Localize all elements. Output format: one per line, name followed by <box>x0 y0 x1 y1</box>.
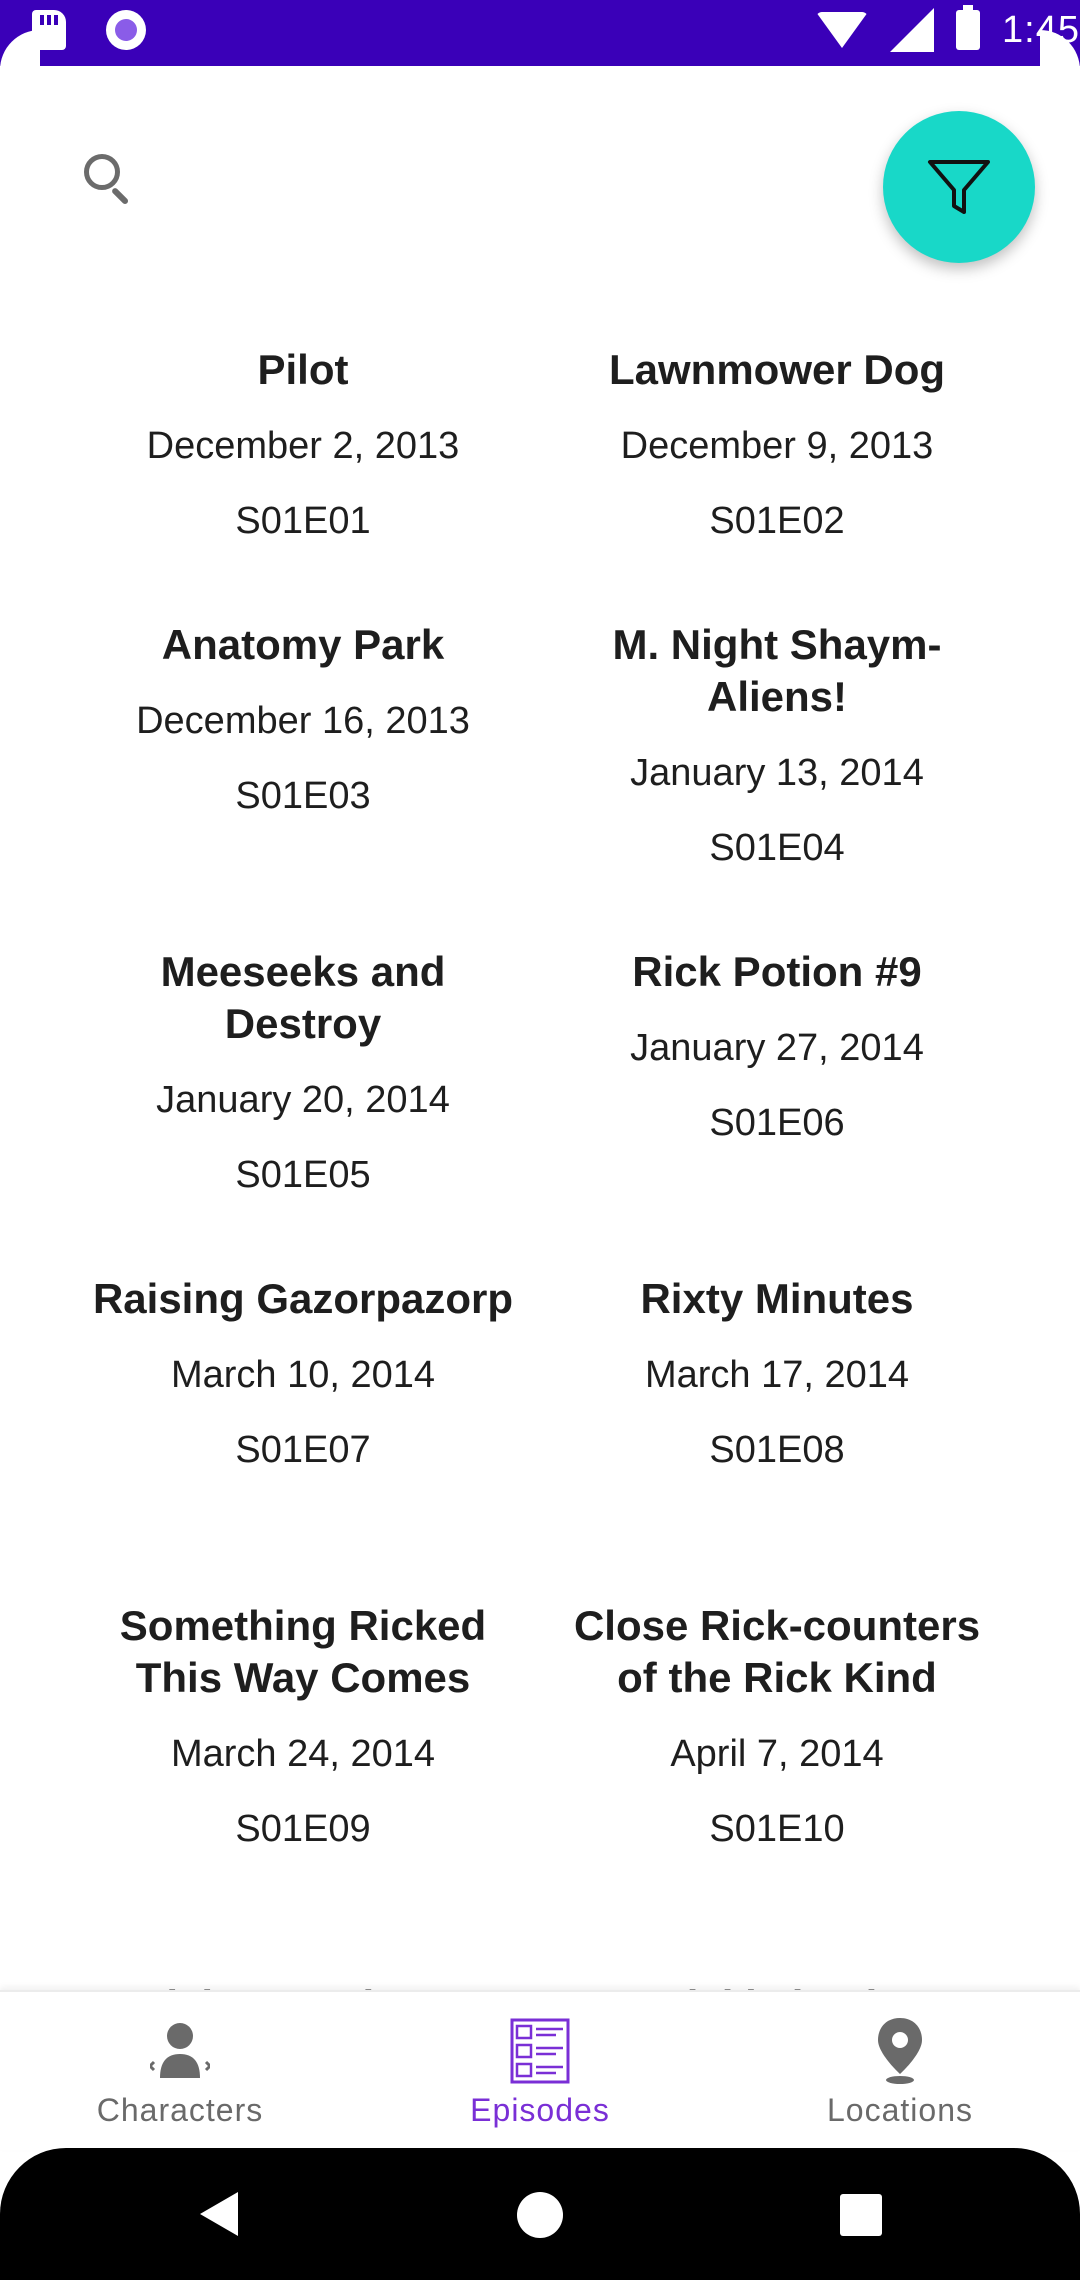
episode-title: Ricksy Business <box>83 1980 523 1990</box>
episode-title: Pilot <box>257 346 349 393</box>
episode-title: Anatomy Park <box>161 621 445 668</box>
episode-code: S01E01 <box>235 500 371 542</box>
episode-card[interactable]: Ricksy Business <box>83 1980 523 1990</box>
status-time: 1:45 <box>1002 8 1080 51</box>
episode-air-date: January 20, 2014 <box>156 1079 450 1121</box>
episode-title: Rick Potion #9 <box>632 948 922 995</box>
episodes-grid: Pilot December 2, 2013 S01E01 Lawnmower … <box>0 330 1080 1990</box>
back-icon[interactable] <box>200 2192 238 2236</box>
nav-item-episodes[interactable]: Episodes <box>360 1992 720 2150</box>
episode-card[interactable]: Pilot December 2, 2013 S01E01 <box>83 344 523 545</box>
episode-code: S01E05 <box>235 1154 371 1196</box>
episode-title: Lawnmower Dog <box>608 346 946 393</box>
episode-code: S01E04 <box>709 827 845 869</box>
episode-air-date: March 17, 2014 <box>644 1354 910 1396</box>
episode-air-date: March 10, 2014 <box>170 1354 436 1396</box>
bottom-navigation: Characters Episodes Locations <box>0 1990 1080 2150</box>
recents-icon[interactable] <box>840 2194 882 2236</box>
battery-icon <box>956 5 981 50</box>
episode-card[interactable]: Rixty Minutes March 17, 2014 S01E08 <box>557 1273 997 1474</box>
episode-air-date: December 16, 2013 <box>136 700 470 742</box>
recording-icon <box>106 10 146 50</box>
episode-card[interactable]: Something Ricked This Way Comes March 24… <box>83 1600 523 1853</box>
episode-air-date: January 27, 2014 <box>630 1027 924 1069</box>
nav-item-characters[interactable]: Characters <box>0 1992 360 2150</box>
episode-title: Rixty Minutes <box>640 1275 914 1322</box>
episode-card[interactable]: Meeseeks and Destroy January 20, 2014 S0… <box>83 946 523 1199</box>
episode-air-date: April 7, 2014 <box>670 1733 884 1775</box>
episode-air-date: March 24, 2014 <box>170 1733 436 1775</box>
episodes-list-icon <box>510 2018 570 2084</box>
episode-title: M. Night Shaym-Aliens! <box>612 621 942 720</box>
search-icon <box>84 154 120 190</box>
episode-code: S01E03 <box>235 775 371 817</box>
episode-title: Meeseeks and Destroy <box>160 948 446 1047</box>
location-pin-icon <box>878 2018 922 2084</box>
filter-icon <box>928 160 990 214</box>
episode-card[interactable]: Rick Potion #9 January 27, 2014 S01E06 <box>557 946 997 1147</box>
nav-label-episodes: Episodes <box>470 2092 610 2128</box>
status-bar: 1:45 <box>0 0 1080 70</box>
episode-card[interactable]: Lawnmower Dog December 9, 2013 S01E02 <box>557 344 997 545</box>
episode-air-date: December 9, 2013 <box>620 425 934 467</box>
episode-air-date: January 13, 2014 <box>630 752 924 794</box>
episode-title: Close Rick-counters of the Rick Kind <box>573 1602 981 1701</box>
signal-icon <box>890 8 935 52</box>
episode-card[interactable]: Close Rick-counters of the Rick Kind Apr… <box>557 1600 997 1853</box>
episode-code: S01E10 <box>709 1808 845 1850</box>
episode-code: S01E08 <box>709 1429 845 1471</box>
episode-card[interactable]: A Rickle in Time <box>557 1980 997 1990</box>
episode-title: Raising Gazorpazorp <box>92 1275 514 1322</box>
episode-title: A Rickle in Time <box>557 1980 997 1990</box>
episode-card[interactable]: M. Night Shaym-Aliens! January 13, 2014 … <box>557 619 997 872</box>
episode-code: S01E06 <box>709 1102 845 1144</box>
episode-air-date: December 2, 2013 <box>146 425 460 467</box>
nav-label-locations: Locations <box>827 2092 973 2128</box>
sd-card-icon <box>32 10 66 50</box>
episode-title: Something Ricked This Way Comes <box>119 1602 487 1701</box>
episode-card[interactable]: Anatomy Park December 16, 2013 S01E03 <box>83 619 523 820</box>
nav-label-characters: Characters <box>96 2092 264 2128</box>
episode-code: S01E09 <box>235 1808 371 1850</box>
home-icon[interactable] <box>517 2192 563 2238</box>
episode-code: S01E02 <box>709 500 845 542</box>
episode-card[interactable]: Raising Gazorpazorp March 10, 2014 S01E0… <box>83 1273 523 1474</box>
wifi-icon <box>816 12 869 48</box>
search-button[interactable] <box>80 150 140 210</box>
episode-code: S01E07 <box>235 1429 371 1471</box>
filter-button[interactable] <box>883 111 1035 263</box>
system-navigation-bar <box>0 2148 1080 2280</box>
person-icon <box>150 2023 210 2078</box>
nav-item-locations[interactable]: Locations <box>720 1992 1080 2150</box>
